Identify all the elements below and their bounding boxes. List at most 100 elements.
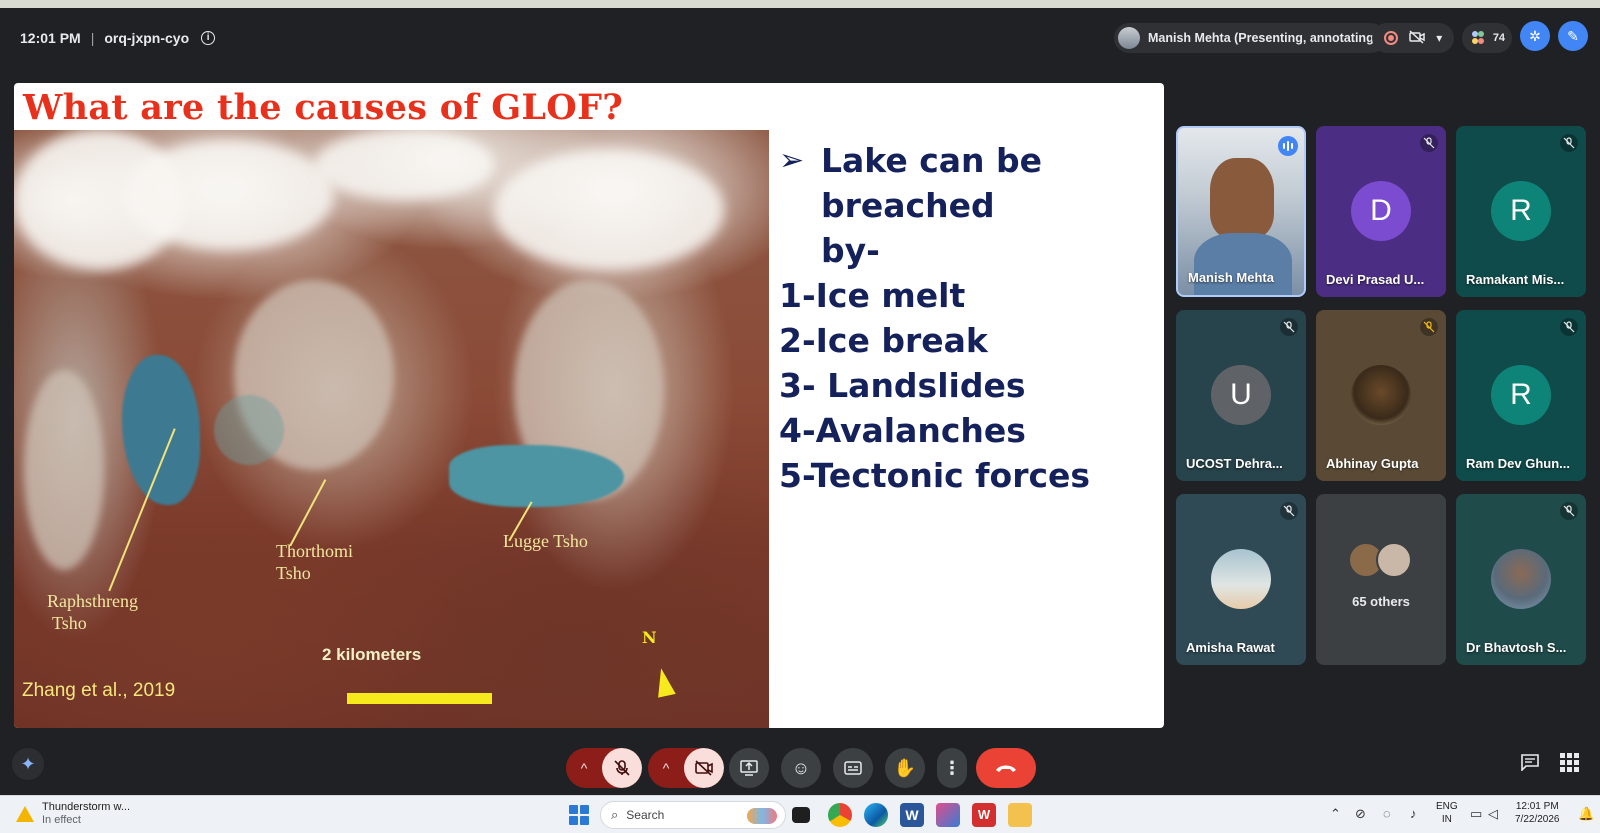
image-citation: Zhang et al., 2019	[22, 680, 176, 701]
notification-bell-icon[interactable]: 🔔	[1578, 806, 1594, 822]
chat-icon	[1521, 754, 1539, 772]
gemini-button[interactable]: ✦	[12, 748, 44, 780]
activities-button[interactable]: ✲	[1520, 21, 1550, 51]
windows-start-icon[interactable]	[569, 805, 589, 825]
participant-tile[interactable]: Dr Bhavtosh S...	[1456, 494, 1586, 665]
word-icon[interactable]: W	[900, 803, 924, 827]
chrome-icon[interactable]	[828, 803, 852, 827]
others-tile[interactable]: 65 others	[1316, 494, 1446, 665]
participant-avatar-photo	[1491, 549, 1551, 609]
network-icon[interactable]: ⊘	[1355, 806, 1366, 822]
mic-off-icon	[614, 760, 630, 776]
chevron-down-icon[interactable]: ▾	[1436, 31, 1442, 45]
grid-dot	[1567, 760, 1572, 765]
eye-off-icon[interactable]: ◌	[1383, 806, 1391, 821]
chat-button[interactable]	[1520, 753, 1540, 776]
participant-tile[interactable]: Amisha Rawat	[1176, 494, 1306, 665]
presenter-chip[interactable]: Manish Mehta (Presenting, annotating)	[1114, 23, 1386, 53]
participant-avatar: R	[1491, 365, 1551, 425]
reactions-button[interactable]: ☺	[781, 748, 821, 788]
chevron-up-icon[interactable]: ^	[648, 760, 684, 776]
recording-controls[interactable]: ▾	[1372, 23, 1454, 53]
captions-button[interactable]	[833, 748, 873, 788]
task-view-icon[interactable]	[792, 807, 810, 823]
speaking-indicator-icon	[1278, 136, 1298, 156]
participant-name: Manish Mehta	[1188, 270, 1274, 285]
chevron-up-icon[interactable]: ^	[566, 760, 602, 776]
raise-hand-button[interactable]: ✋	[885, 748, 925, 788]
participant-tile[interactable]: R Ram Dev Ghun...	[1456, 310, 1586, 481]
snow-patch	[494, 150, 724, 270]
present-screen-button[interactable]	[729, 748, 769, 788]
language-indicator[interactable]: ENG IN	[1436, 800, 1458, 826]
snow-patch	[124, 140, 334, 250]
others-avatar	[1376, 542, 1412, 578]
grid-dot	[1567, 753, 1572, 758]
microphone-icon[interactable]: ♪	[1410, 806, 1417, 821]
annotate-button[interactable]: ✎	[1558, 21, 1588, 51]
mic-off-icon	[1560, 502, 1578, 520]
info-icon[interactable]: i	[201, 31, 216, 45]
participant-name: UCOST Dehra...	[1186, 456, 1283, 471]
participant-tile[interactable]: Abhinay Gupta	[1316, 310, 1446, 481]
dog-avatar-icon	[1351, 365, 1411, 425]
mic-control[interactable]: ^	[566, 748, 642, 788]
participant-name: Ram Dev Ghun...	[1466, 456, 1571, 471]
participant-tile[interactable]: U UCOST Dehra...	[1176, 310, 1306, 481]
more-options-button[interactable]: ⋮	[937, 748, 967, 788]
more-vert-icon: ⋮	[943, 757, 961, 778]
windows-taskbar: Thunderstorm w... In effect ⌕ Search W W…	[0, 795, 1600, 833]
label-thorthomi: Thorthomi Tsho	[276, 541, 353, 583]
participant-name: Ramakant Mis...	[1466, 272, 1565, 287]
volume-muted-icon[interactable]: ◁	[1488, 806, 1498, 822]
camera-off-icon[interactable]	[1409, 29, 1425, 47]
participant-avatar: D	[1351, 181, 1411, 241]
lake-thorthomi	[214, 395, 284, 465]
participants-button[interactable]: 74	[1462, 23, 1512, 53]
edge-icon[interactable]	[864, 803, 888, 827]
label-raphsthreng: Raphsthreng Tsho	[47, 591, 138, 633]
bullet-item: 3- Landslides	[779, 366, 1026, 405]
participant-name: Devi Prasad U...	[1326, 272, 1425, 287]
leave-call-button[interactable]	[976, 748, 1036, 788]
participant-tile[interactable]: Manish Mehta	[1176, 126, 1306, 297]
lake-raphsthreng	[122, 355, 200, 505]
others-count: 65 others	[1352, 594, 1410, 609]
recording-icon	[1383, 31, 1398, 45]
participant-avatar: R	[1491, 181, 1551, 241]
wps-icon[interactable]: W	[972, 803, 996, 827]
present-icon	[740, 760, 758, 776]
bullet-item: 4-Avalanches	[779, 411, 1026, 450]
hand-icon: ✋	[893, 757, 917, 778]
apps-grid-button[interactable]	[1560, 753, 1579, 772]
sparkle-icon: ✦	[20, 753, 36, 774]
satellite-image: Raphsthreng Tsho Thorthomi Tsho Lugge Ts…	[14, 130, 769, 728]
label-lugge: Lugge Tsho	[503, 531, 588, 551]
participant-name: Abhinay Gupta	[1326, 456, 1419, 471]
file-explorer-icon[interactable]	[1008, 803, 1032, 827]
slide-title: What are the causes of GLOF?	[23, 87, 624, 128]
taskbar-clock[interactable]: 12:01 PM 7/22/2026	[1515, 800, 1560, 826]
mic-off-button[interactable]	[602, 748, 642, 788]
weather-warning-icon	[16, 806, 34, 822]
chevron-up-icon[interactable]: ⌃	[1330, 806, 1341, 822]
participant-tile[interactable]: D Devi Prasad U...	[1316, 126, 1446, 297]
display-icon[interactable]: ▭	[1470, 806, 1482, 822]
north-arrow-icon	[652, 666, 676, 698]
browser-top-strip	[0, 0, 1600, 8]
scale-bar	[347, 693, 492, 704]
presenter-label: Manish Mehta (Presenting, annotating)	[1148, 31, 1378, 45]
separator: |	[90, 30, 95, 46]
bullet-item: 5-Tectonic forces	[779, 456, 1091, 495]
camera-off-button[interactable]	[684, 748, 724, 788]
snipping-tool-icon[interactable]	[936, 803, 960, 827]
search-placeholder: Search	[626, 808, 665, 822]
participant-tile[interactable]: R Ramakant Mis...	[1456, 126, 1586, 297]
north-label: N	[642, 628, 657, 647]
hang-up-icon	[996, 765, 1016, 772]
taskbar-search[interactable]: ⌕ Search	[600, 801, 786, 829]
camera-control[interactable]: ^	[648, 748, 724, 788]
arrow-bullet-icon: ➢	[779, 143, 805, 178]
participant-video-face	[1210, 158, 1274, 238]
weather-widget[interactable]: Thunderstorm w... In effect	[16, 801, 130, 827]
